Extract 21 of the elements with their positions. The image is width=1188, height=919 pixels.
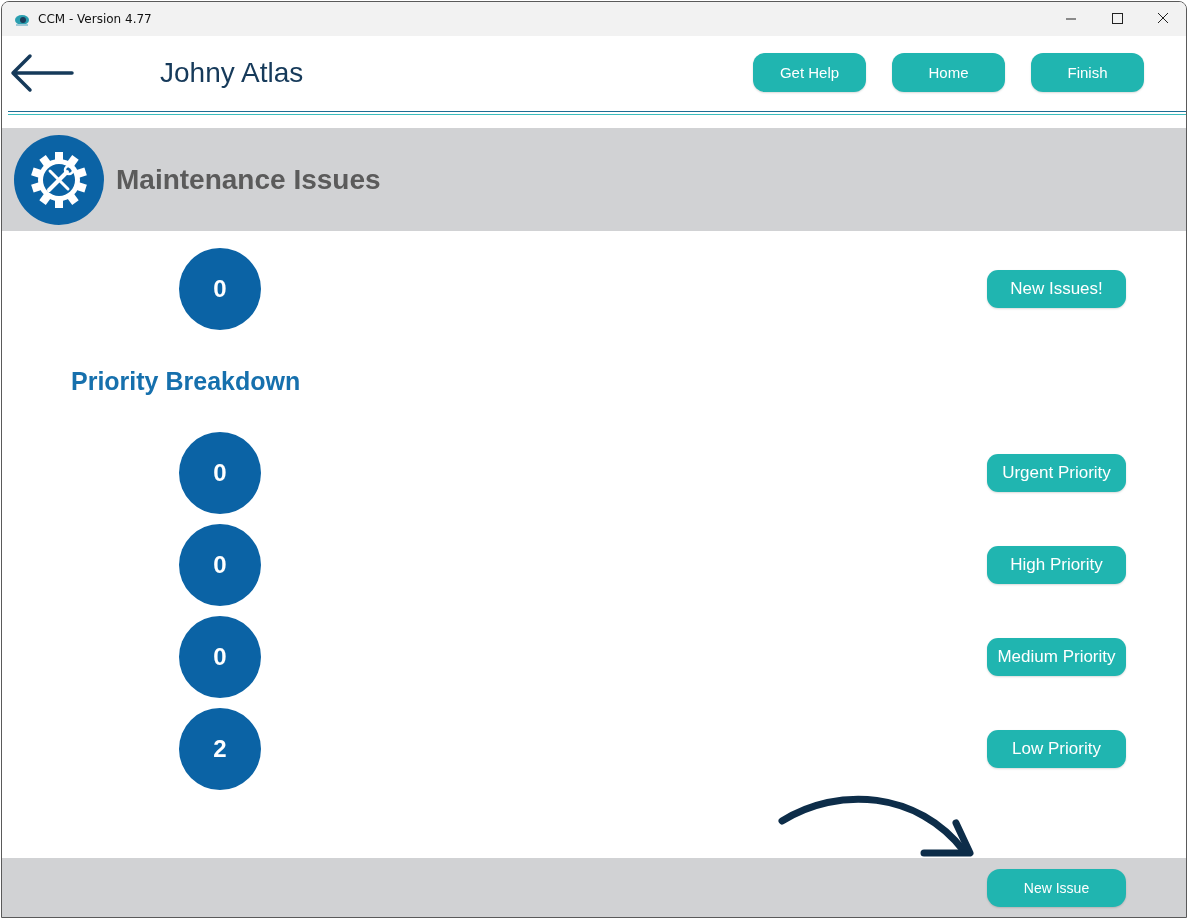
section-heading: Priority Breakdown: [71, 366, 301, 396]
header-button[interactable]: Finish: [1031, 53, 1144, 92]
category-button[interactable]: Medium Priority: [987, 638, 1126, 676]
category-button[interactable]: New Issues!: [987, 270, 1126, 308]
section-title: Maintenance Issues: [116, 163, 381, 196]
gear-wrench-icon: [14, 134, 104, 225]
new-issue-button[interactable]: New Issue: [987, 868, 1126, 907]
count-badge: 2: [179, 708, 261, 790]
category-button[interactable]: Low Priority: [987, 730, 1126, 768]
count-badge: 0: [179, 616, 261, 698]
window-title: CCM - Version 4.77: [38, 12, 152, 26]
header-button[interactable]: Get Help: [753, 53, 866, 92]
count-badge: 0: [179, 248, 261, 330]
app-logo-icon: [14, 12, 30, 26]
back-arrow-icon[interactable]: [10, 52, 74, 93]
count-badge: 0: [179, 432, 261, 514]
count-badge: 0: [179, 524, 261, 606]
user-name: Johny Atlas: [160, 56, 304, 89]
category-button[interactable]: High Priority: [987, 546, 1126, 584]
header-button[interactable]: Home: [892, 53, 1005, 92]
category-button[interactable]: Urgent Priority: [987, 454, 1126, 492]
